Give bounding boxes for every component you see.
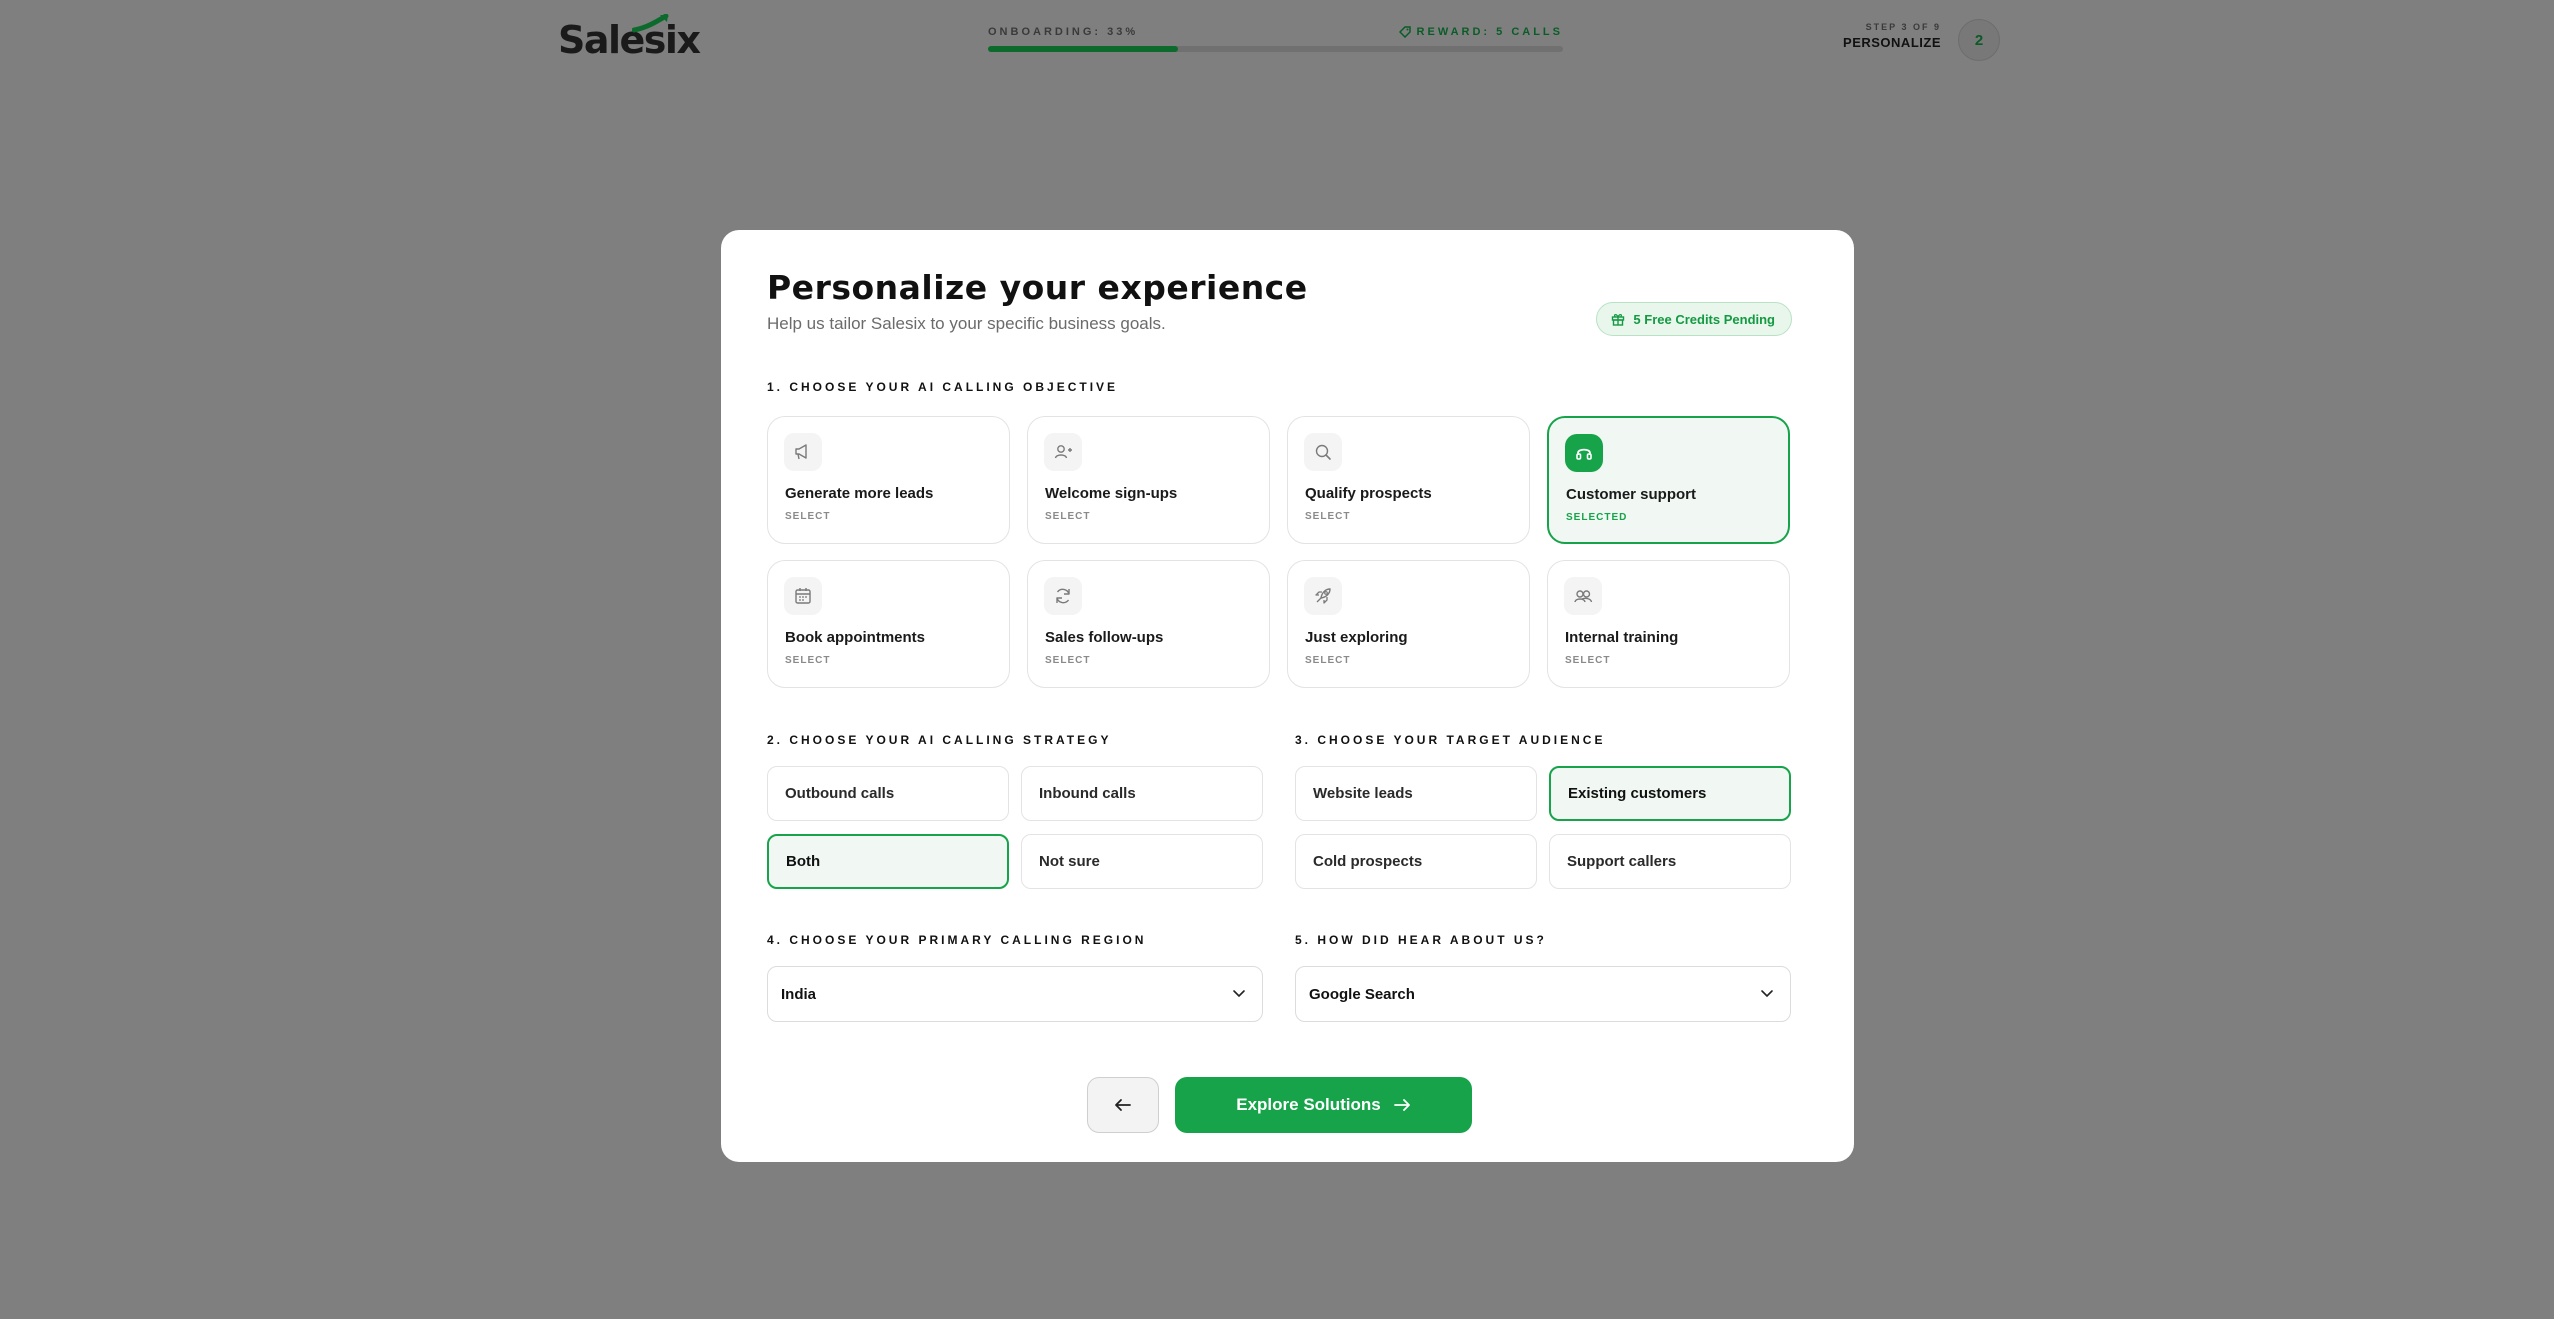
step-count: STEP 3 OF 9 [1865, 22, 1941, 32]
search-icon [1304, 433, 1342, 471]
objective-card-welcome-sign-ups[interactable]: Welcome sign-ups SELECT [1027, 416, 1270, 544]
arrow-right-icon [1393, 1099, 1410, 1111]
source-select-value: Google Search [1309, 985, 1415, 1003]
objective-card-status: SELECTED [1566, 512, 1628, 523]
progress-fill [988, 46, 1178, 52]
cta-label: Explore Solutions [1236, 1095, 1381, 1114]
objective-card-status: SELECT [785, 511, 831, 522]
chevron-down-icon [1761, 990, 1773, 998]
objective-card-customer-support[interactable]: Customer support SELECTED [1547, 416, 1790, 544]
strategy-option-both[interactable]: Both [767, 834, 1009, 889]
audience-option-website-leads[interactable]: Website leads [1295, 766, 1537, 821]
step-badge[interactable]: 2 [1958, 19, 2000, 61]
region-section-label: 4. CHOOSE YOUR PRIMARY CALLING REGION [767, 933, 1147, 947]
objective-card-qualify-prospects[interactable]: Qualify prospects SELECT [1287, 416, 1530, 544]
objective-card-title: Generate more leads [785, 485, 934, 502]
progress-track [988, 46, 1563, 52]
step-name: PERSONALIZE [1843, 35, 1941, 50]
chevron-down-icon [1233, 990, 1245, 998]
reward-label: REWARD: 5 CALLS [1398, 26, 1563, 38]
objective-card-internal-training[interactable]: Internal training SELECT [1547, 560, 1790, 688]
strategy-option-inbound[interactable]: Inbound calls [1021, 766, 1263, 821]
logo-swoosh-icon [632, 14, 669, 33]
objective-section-label: 1. CHOOSE YOUR AI CALLING OBJECTIVE [767, 380, 1119, 394]
user-plus-icon [1044, 433, 1082, 471]
personalize-modal: Personalize your experience Help us tail… [721, 230, 1854, 1162]
objective-card-title: Sales follow-ups [1045, 629, 1164, 646]
objective-card-title: Book appointments [785, 629, 926, 646]
step-info: STEP 3 OF 9 PERSONALIZE [1843, 22, 1941, 50]
objective-card-status: SELECT [1045, 511, 1091, 522]
reward-text: REWARD: 5 CALLS [1416, 26, 1563, 38]
audience-section-label: 3. CHOOSE YOUR TARGET AUDIENCE [1295, 733, 1606, 747]
objective-card-status: SELECT [1045, 655, 1091, 666]
source-section-label: 5. HOW DID HEAR ABOUT US? [1295, 933, 1547, 947]
headset-icon [1565, 434, 1603, 472]
objective-card-title: Qualify prospects [1305, 485, 1432, 502]
megaphone-icon [784, 433, 822, 471]
progress-label: ONBOARDING: 33% [988, 26, 1139, 38]
objective-card-status: SELECT [1305, 511, 1351, 522]
logo: Salesix [558, 18, 701, 62]
explore-solutions-button[interactable]: Explore Solutions [1175, 1077, 1472, 1133]
objective-card-title: Internal training [1565, 629, 1679, 646]
calendar-icon [784, 577, 822, 615]
strategy-option-not-sure[interactable]: Not sure [1021, 834, 1263, 889]
credits-text: 5 Free Credits Pending [1633, 311, 1775, 327]
refresh-icon [1044, 577, 1082, 615]
onboarding-progress: ONBOARDING: 33% REWARD: 5 CALLS [988, 26, 1563, 52]
source-select[interactable]: Google Search [1295, 966, 1791, 1022]
audience-option-cold-prospects[interactable]: Cold prospects [1295, 834, 1537, 889]
region-select[interactable]: India [767, 966, 1263, 1022]
objective-card-title: Just exploring [1305, 629, 1408, 646]
users-icon [1564, 577, 1602, 615]
audience-option-existing-customers[interactable]: Existing customers [1549, 766, 1791, 821]
modal-title: Personalize your experience [767, 268, 1308, 307]
objective-card-status: SELECT [1565, 655, 1611, 666]
objective-card-title: Customer support [1566, 486, 1697, 503]
rocket-icon [1304, 577, 1342, 615]
back-button[interactable] [1087, 1077, 1159, 1133]
modal-subtitle: Help us tailor Salesix to your specific … [767, 314, 1166, 333]
objective-card-status: SELECT [785, 655, 831, 666]
region-select-value: India [781, 985, 817, 1003]
objective-card-title: Welcome sign-ups [1045, 485, 1178, 502]
gift-icon [1612, 314, 1625, 326]
top-bar: Salesix ONBOARDING: 33% REWARD: 5 CALLS … [0, 0, 2554, 80]
credits-pill: 5 Free Credits Pending [1596, 302, 1792, 336]
strategy-option-outbound[interactable]: Outbound calls [767, 766, 1009, 821]
audience-option-support-callers[interactable]: Support callers [1549, 834, 1791, 889]
objective-card-book-appointments[interactable]: Book appointments SELECT [767, 560, 1010, 688]
objective-card-status: SELECT [1305, 655, 1351, 666]
strategy-section-label: 2. CHOOSE YOUR AI CALLING STRATEGY [767, 733, 1112, 747]
objective-card-generate-more-leads[interactable]: Generate more leads SELECT [767, 416, 1010, 544]
tag-icon [1398, 26, 1411, 38]
objective-card-just-exploring[interactable]: Just exploring SELECT [1287, 560, 1530, 688]
objective-card-sales-follow-ups[interactable]: Sales follow-ups SELECT [1027, 560, 1270, 688]
arrow-left-icon [1115, 1099, 1131, 1111]
